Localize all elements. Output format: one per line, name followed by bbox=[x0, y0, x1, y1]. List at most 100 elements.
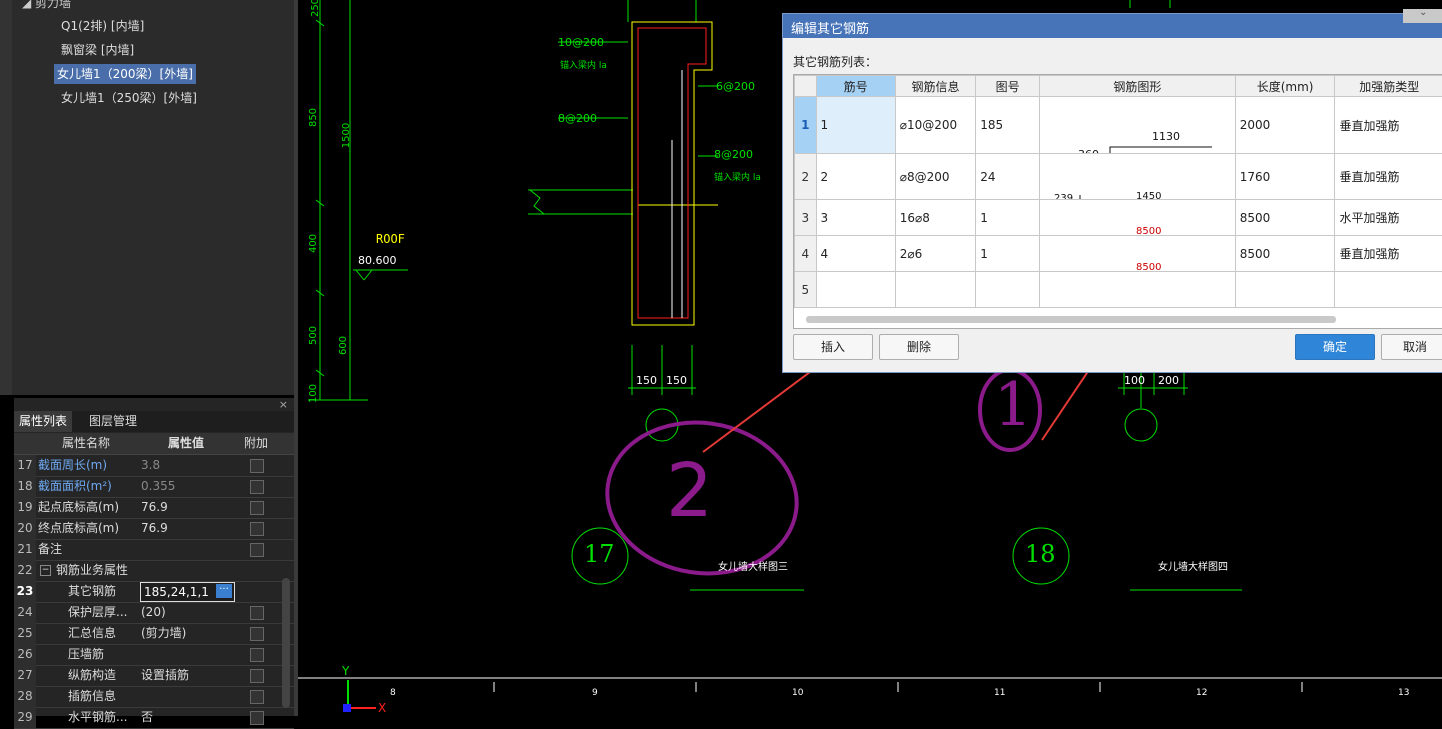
insert-button[interactable]: 插入 bbox=[793, 334, 873, 360]
tree-group-shear-wall[interactable]: ◢ 剪力墙 bbox=[22, 0, 71, 11]
extra-checkbox[interactable] bbox=[250, 690, 264, 704]
tree-item-parapet-200[interactable]: 女儿墙1（200梁）[外墙] bbox=[54, 64, 196, 84]
property-value[interactable]: (20) bbox=[138, 602, 239, 623]
cell-fig-no[interactable]: 24 bbox=[976, 154, 1040, 200]
collapse-icon[interactable]: ◢ bbox=[22, 0, 35, 10]
cell-bar-no[interactable]: 3 bbox=[816, 200, 895, 236]
row-header[interactable]: 4 bbox=[795, 236, 817, 272]
cell-fig-no[interactable]: 185 bbox=[976, 97, 1040, 154]
property-row[interactable]: 29水平钢筋...否 bbox=[14, 707, 294, 729]
property-value[interactable]: 否 bbox=[138, 707, 239, 728]
property-value[interactable] bbox=[138, 539, 239, 560]
property-value[interactable]: (剪力墙) bbox=[138, 623, 239, 644]
cell-fig-no[interactable] bbox=[976, 272, 1040, 308]
property-value[interactable] bbox=[138, 686, 239, 707]
property-row[interactable]: 19起点底标高(m)76.9 bbox=[14, 497, 294, 519]
cell-bar-shape[interactable] bbox=[1040, 272, 1236, 308]
col-header-fig-no[interactable]: 图号 bbox=[976, 76, 1040, 97]
cell-bar-no[interactable]: 4 bbox=[816, 236, 895, 272]
ok-button[interactable]: 确定 bbox=[1295, 334, 1375, 360]
property-row[interactable]: 25汇总信息(剪力墙) bbox=[14, 623, 294, 645]
cell-type[interactable]: 垂直加强筋 bbox=[1335, 97, 1442, 154]
cell-length[interactable] bbox=[1235, 272, 1335, 308]
close-icon[interactable]: × bbox=[279, 398, 288, 411]
col-header-bar-shape[interactable]: 钢筋图形 bbox=[1040, 76, 1236, 97]
cell-length[interactable]: 8500 bbox=[1235, 236, 1335, 272]
tab-property-list[interactable]: 属性列表 bbox=[14, 411, 72, 432]
table-row[interactable]: 4 4 2⌀6 1 8500 8500 垂直加强筋 bbox=[795, 236, 1442, 272]
table-row[interactable]: 2 2 ⌀8@200 24 239 1450 1760 垂直加强筋 bbox=[795, 154, 1442, 200]
property-scrollbar[interactable] bbox=[282, 578, 290, 708]
tab-layer-manager[interactable]: 图层管理 bbox=[84, 411, 142, 432]
property-value[interactable]: 0.355 bbox=[138, 476, 239, 497]
cell-bar-shape[interactable]: 1130 360 300 210 bbox=[1040, 97, 1236, 154]
table-row[interactable]: 5 bbox=[795, 272, 1442, 308]
cell-length[interactable]: 2000 bbox=[1235, 97, 1335, 154]
col-header-type[interactable]: 加强筋类型 bbox=[1335, 76, 1442, 97]
cell-bar-info[interactable]: ⌀8@200 bbox=[895, 154, 975, 200]
property-row[interactable]: 23其它钢筋185,24,1,1··· bbox=[14, 581, 294, 603]
dialog-close-button[interactable]: ⌄ bbox=[1403, 9, 1442, 23]
dialog-titlebar[interactable]: 编辑其它钢筋 ⌄ bbox=[783, 14, 1442, 38]
extra-checkbox[interactable] bbox=[250, 501, 264, 515]
extra-checkbox[interactable] bbox=[250, 627, 264, 641]
cell-length[interactable]: 1760 bbox=[1235, 154, 1335, 200]
property-row[interactable]: 22−钢筋业务属性 bbox=[14, 560, 294, 582]
cancel-button[interactable]: 取消 bbox=[1381, 334, 1442, 360]
extra-checkbox[interactable] bbox=[250, 648, 264, 662]
extra-checkbox[interactable] bbox=[250, 669, 264, 683]
property-row[interactable]: 18截面面积(m²)0.355 bbox=[14, 476, 294, 498]
cell-bar-no[interactable] bbox=[816, 272, 895, 308]
cell-bar-info[interactable]: 2⌀6 bbox=[895, 236, 975, 272]
row-header[interactable]: 2 bbox=[795, 154, 817, 200]
cell-bar-shape[interactable]: 8500 bbox=[1040, 236, 1236, 272]
cell-bar-shape[interactable]: 239 1450 bbox=[1040, 154, 1236, 200]
table-row[interactable]: 1 1 ⌀10@200 185 1130 360 300 210 2000 bbox=[795, 97, 1442, 154]
cell-bar-info[interactable]: ⌀10@200 bbox=[895, 97, 975, 154]
tree-item-q1[interactable]: Q1(2排) [内墙] bbox=[58, 16, 147, 36]
cell-fig-no[interactable]: 1 bbox=[976, 236, 1040, 272]
property-value[interactable]: 3.8 bbox=[138, 455, 239, 476]
property-row[interactable]: 26压墙筋 bbox=[14, 644, 294, 666]
cell-type[interactable]: 垂直加强筋 bbox=[1335, 154, 1442, 200]
table-horizontal-scrollbar[interactable] bbox=[806, 316, 1336, 323]
property-value[interactable] bbox=[138, 644, 239, 665]
property-value[interactable]: 设置插筋 bbox=[138, 665, 239, 686]
property-row[interactable]: 21备注 bbox=[14, 539, 294, 561]
property-row[interactable]: 20终点底标高(m)76.9 bbox=[14, 518, 294, 540]
cell-bar-no[interactable]: 2 bbox=[816, 154, 895, 200]
tree-item-bay-window-beam[interactable]: 飘窗梁 [内墙] bbox=[58, 40, 137, 60]
delete-button[interactable]: 删除 bbox=[879, 334, 959, 360]
extra-checkbox[interactable] bbox=[250, 522, 264, 536]
col-header-length[interactable]: 长度(mm) bbox=[1235, 76, 1335, 97]
cell-length[interactable]: 8500 bbox=[1235, 200, 1335, 236]
table-row[interactable]: 3 3 16⌀8 1 8500 8500 水平加强筋 bbox=[795, 200, 1442, 236]
property-value[interactable] bbox=[138, 560, 239, 581]
property-row[interactable]: 17截面周长(m)3.8 bbox=[14, 455, 294, 477]
cell-type[interactable]: 水平加强筋 bbox=[1335, 200, 1442, 236]
extra-checkbox[interactable] bbox=[250, 711, 264, 725]
extra-checkbox[interactable] bbox=[250, 606, 264, 620]
property-value[interactable]: 76.9 bbox=[138, 497, 239, 518]
col-header-bar-no[interactable]: 筋号 bbox=[816, 76, 895, 97]
extra-checkbox[interactable] bbox=[250, 459, 264, 473]
row-header[interactable]: 1 bbox=[795, 97, 817, 154]
tree-item-parapet-250[interactable]: 女儿墙1（250梁）[外墙] bbox=[58, 88, 200, 108]
cell-bar-shape[interactable]: 8500 bbox=[1040, 200, 1236, 236]
cell-fig-no[interactable]: 1 bbox=[976, 200, 1040, 236]
row-header[interactable]: 3 bbox=[795, 200, 817, 236]
collapse-group-icon[interactable]: − bbox=[40, 565, 51, 576]
cell-type[interactable] bbox=[1335, 272, 1442, 308]
col-header-bar-info[interactable]: 钢筋信息 bbox=[895, 76, 975, 97]
property-row[interactable]: 27纵筋构造设置插筋 bbox=[14, 665, 294, 687]
row-header[interactable]: 5 bbox=[795, 272, 817, 308]
property-row[interactable]: 24保护层厚...(20) bbox=[14, 602, 294, 624]
cell-type[interactable]: 垂直加强筋 bbox=[1335, 236, 1442, 272]
property-row[interactable]: 28插筋信息 bbox=[14, 686, 294, 708]
cell-bar-info[interactable] bbox=[895, 272, 975, 308]
property-value[interactable]: 76.9 bbox=[138, 518, 239, 539]
cell-bar-info[interactable]: 16⌀8 bbox=[895, 200, 975, 236]
extra-checkbox[interactable] bbox=[250, 480, 264, 494]
tree-scrollbar[interactable] bbox=[0, 0, 12, 395]
ellipsis-button[interactable]: ··· bbox=[216, 584, 232, 598]
